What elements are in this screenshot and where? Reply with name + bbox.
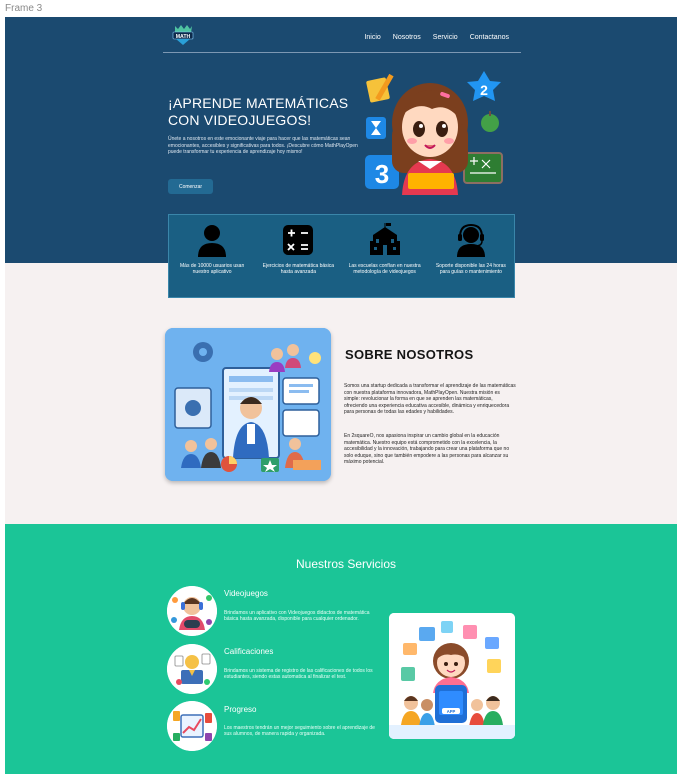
hero-description: Únete a nosotros en este emocionante via… [168,136,358,156]
nav-links: Inicio Nosotros Servicio Contactanos [364,34,509,41]
services-kids-illustration: APP [389,613,515,739]
school-icon [369,223,400,255]
service-grades-title: Calificaciones [224,647,274,656]
nav-link-nosotros[interactable]: Nosotros [393,34,421,41]
feature-support: Soporte disponible las 24 horas para guí… [428,215,514,297]
service-videogames-text: Brindamos un aplicativo con Videojuegos … [224,610,370,623]
grades-icon [167,644,217,694]
feature-users: Más de 10000 usuarios usan nuestro aplic… [169,215,255,297]
about-title: SOBRE NOSOTROS [345,347,474,362]
phone-app-label: APP [447,709,456,714]
about-paragraph-1: Somos una startup dedicada a transformar… [344,383,516,416]
feature-schools-text: Las escuelas confían en nuestra metodolo… [348,263,421,276]
nav-link-inicio[interactable]: Inicio [364,34,380,41]
feature-schools: Las escuelas confían en nuestra metodolo… [342,215,428,297]
service-progress-text: Los maestros tendrán un mejor seguimient… [224,725,375,738]
hero-girl-illustration: 3 2 [365,71,503,195]
videogames-icon [167,586,217,636]
hero-title: ¡APRENDE MATEMÁTICAS CON VIDEOJUEGOS! [168,95,349,128]
nav-link-contactanos[interactable]: Contactanos [470,34,509,41]
support-agent-icon [456,223,485,257]
features-strip: Más de 10000 usuarios usan nuestro aplic… [168,214,515,298]
math-logo[interactable]: MATH [171,24,195,46]
service-videogames-title: Videojuegos [224,589,268,598]
user-icon [198,225,227,257]
feature-exercises-text: Ejercicios de matemática básica hasta av… [262,263,335,276]
svg-text:2: 2 [480,82,488,98]
start-button[interactable]: Comenzar [168,179,213,194]
nav-link-servicio[interactable]: Servicio [433,34,458,41]
services-section: Nuestros Servicios Videojuegos Brindamos… [5,524,677,774]
page-frame: MATH Inicio Nosotros Servicio Contactano… [5,17,677,774]
service-grades-text: Brindamos un sistema de registro de las … [224,668,373,681]
feature-exercises: Ejercicios de matemática básica hasta av… [255,215,341,297]
top-navbar: MATH Inicio Nosotros Servicio Contactano… [163,24,521,53]
progress-icon [167,701,217,751]
services-title: Nuestros Servicios [295,557,397,571]
svg-text:3: 3 [375,159,389,189]
hero-section: MATH Inicio Nosotros Servicio Contactano… [5,17,677,298]
service-progress-title: Progreso [224,705,257,714]
about-illustration [165,328,331,481]
logo-text: MATH [176,34,191,40]
calculator-icon [283,225,314,255]
about-paragraph-2: En 2squareO, nos apasiona inspirar un ca… [344,433,510,466]
feature-users-text: Más de 10000 usuarios usan nuestro aplic… [180,263,245,276]
frame-label: Frame 3 [5,3,43,14]
feature-support-text: Soporte disponible las 24 horas para guí… [435,263,506,276]
